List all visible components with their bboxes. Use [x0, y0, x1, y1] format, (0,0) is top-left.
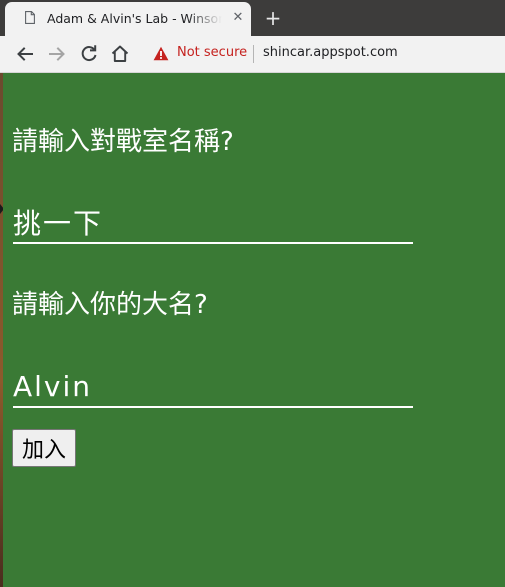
forward-arrow-icon[interactable]	[45, 42, 69, 66]
url-text[interactable]: shincar.appspot.com	[263, 45, 398, 60]
player-name-prompt: 請輸入你的大名?	[12, 290, 208, 320]
not-secure-label[interactable]: Not secure	[177, 45, 247, 60]
room-name-input[interactable]	[13, 202, 413, 244]
tab-strip: Adam & Alvin's Lab - Winsome ✕ +	[0, 0, 505, 36]
player-name-input[interactable]	[13, 366, 413, 408]
join-button[interactable]: 加入	[12, 429, 76, 467]
page-content: 請輸入對戰室名稱? 請輸入你的大名? 加入	[3, 73, 505, 587]
browser-toolbar: Not secure shincar.appspot.com	[0, 36, 505, 73]
tab-title: Adam & Alvin's Lab - Winsome	[47, 11, 222, 26]
home-icon[interactable]	[108, 42, 132, 66]
url-divider	[253, 45, 254, 63]
new-tab-button[interactable]: +	[262, 7, 284, 29]
close-tab-icon[interactable]: ✕	[230, 10, 246, 26]
reload-icon[interactable]	[77, 42, 101, 66]
browser-window: Adam & Alvin's Lab - Winsome ✕ + Not sec…	[0, 0, 505, 587]
page-icon	[25, 11, 35, 24]
back-arrow-icon[interactable]	[13, 42, 37, 66]
room-name-prompt: 請輸入對戰室名稱?	[12, 127, 234, 157]
warning-icon[interactable]	[153, 46, 169, 61]
tab-active[interactable]: Adam & Alvin's Lab - Winsome ✕	[5, 2, 251, 36]
